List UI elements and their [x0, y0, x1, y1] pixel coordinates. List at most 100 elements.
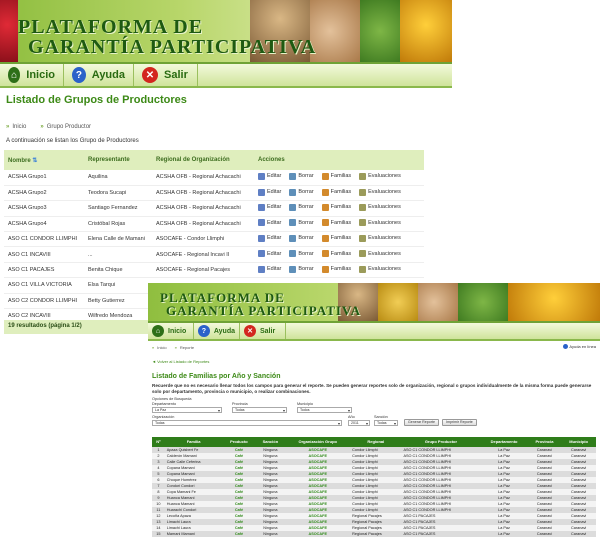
delete-action[interactable]: Borrar	[289, 265, 314, 273]
col-nombre[interactable]: Nombre ⇅	[4, 150, 84, 170]
delete-action[interactable]: Borrar	[289, 219, 314, 227]
edit-action[interactable]: Editar	[258, 219, 282, 227]
cell-representante: Cristóbal Rojas	[84, 216, 152, 233]
cell-representante: Santiago Fernandez	[84, 200, 152, 217]
edit-icon	[258, 265, 265, 273]
cell-grupo: ASO C1 PACAJES	[401, 531, 481, 537]
families-icon	[321, 250, 329, 258]
delete-action[interactable]: Borrar	[289, 172, 314, 180]
breadcrumb: Inicio Grupo Productor	[6, 124, 91, 130]
edit-action[interactable]: Editar	[258, 265, 281, 273]
cell-regional: ASOCAFE - Regional Incavi II	[152, 246, 254, 263]
families-action[interactable]: Familias	[321, 234, 351, 242]
cell-representante: Elsa Tarqui	[84, 277, 152, 294]
nav-inicio[interactable]: ⌂ Inicio	[0, 64, 64, 86]
evaluations-action[interactable]: Evaluaciones	[359, 234, 401, 242]
banner-image-leaves	[458, 283, 508, 321]
nav-ayuda[interactable]: ? Ayuda	[64, 64, 134, 86]
banner-title-line1: PLATAFORMA DE	[18, 16, 204, 38]
evaluations-action[interactable]: Evaluaciones	[359, 250, 401, 258]
col-header: Departamento	[480, 437, 528, 447]
sort-icon[interactable]: ⇅	[32, 158, 37, 164]
organizacion-select[interactable]: Todas	[152, 420, 342, 426]
families-table: Nº Familia Producto Sanción Organización Gru…	[152, 437, 596, 537]
cell-regional: ASOCAFE - Condor Llimphi	[152, 231, 254, 248]
banner-image-hand	[310, 0, 360, 62]
intro-text: A continuación se listan los Grupo de Pr…	[6, 138, 139, 144]
banner-image-honey	[400, 0, 452, 62]
delete-action[interactable]: Borrar	[289, 203, 314, 211]
home-icon: ⌂	[152, 325, 164, 337]
families-action[interactable]: Familias	[321, 203, 351, 211]
delete-action[interactable]: Borrar	[289, 250, 314, 258]
filters-heading: Opciones de Busqueda	[152, 397, 192, 401]
anio-label: Año	[348, 415, 355, 419]
breadcrumb-bar: Inicio Reporte Ayuda en línea	[148, 343, 600, 353]
families-action[interactable]: Familias	[321, 172, 351, 180]
delete-action[interactable]: Borrar	[289, 188, 314, 196]
evaluations-action[interactable]: Evaluaciones	[359, 219, 401, 227]
municipio-select[interactable]: Todos	[297, 407, 352, 413]
table-header-row: Nombre ⇅ Representante Regional de Organ…	[4, 150, 424, 170]
evaluations-action[interactable]: Evaluaciones	[359, 172, 401, 180]
edit-action[interactable]: Editar	[258, 203, 281, 211]
cell-nombre: ASO C1 PACAJES	[4, 262, 84, 279]
col-header: Sanción	[255, 437, 286, 447]
provincia-select[interactable]: Todas	[232, 407, 287, 413]
cell-actions: Editar Borrar Familias Evaluaciones	[254, 231, 424, 248]
families-action[interactable]: Familias	[321, 219, 351, 227]
evaluations-label: Evaluaciones	[368, 235, 401, 242]
delete-action[interactable]: Borrar	[289, 234, 314, 242]
back-link[interactable]: ◄ Volver al Listado de Reportes	[152, 359, 209, 364]
edit-action[interactable]: Editar	[258, 250, 281, 258]
search-options: Opciones de Busqueda Departamento La Paz…	[152, 397, 596, 433]
nav-salir[interactable]: ✕ Salir	[134, 64, 198, 86]
online-help-label: Ayuda en línea	[569, 344, 596, 349]
nav-inicio[interactable]: ⌂ Inicio	[148, 323, 194, 339]
breadcrumb-grupo-productor[interactable]: Grupo Productor	[40, 124, 91, 130]
families-action[interactable]: Familias	[321, 250, 351, 258]
evaluations-icon	[359, 172, 367, 180]
nav-salir[interactable]: ✕ Salir	[240, 323, 286, 339]
breadcrumb-inicio[interactable]: Inicio	[152, 345, 166, 350]
delete-label: Borrar	[298, 189, 314, 196]
delete-icon	[289, 219, 297, 227]
edit-label: Editar	[267, 219, 282, 226]
anio-select[interactable]: 2011	[348, 420, 370, 426]
sancion-select[interactable]: Todas	[374, 420, 398, 426]
banner-image-honey	[508, 283, 600, 321]
site-banner-2: PLATAFORMA DE GARANTÍA PARTICIPATIVA	[148, 283, 600, 321]
edit-icon	[258, 250, 265, 258]
back-link-label: Volver al Listado de Reportes	[157, 359, 210, 364]
page-title: Listado de Grupos de Productores	[6, 94, 187, 106]
edit-action[interactable]: Editar	[258, 172, 281, 180]
banner-image-grain	[378, 283, 418, 321]
evaluations-action[interactable]: Evaluaciones	[359, 188, 401, 196]
edit-label: Editar	[267, 235, 282, 242]
generate-report-button[interactable]: Generar Reporte	[404, 419, 439, 426]
families-icon	[321, 203, 329, 211]
edit-action[interactable]: Editar	[258, 188, 281, 196]
delete-label: Borrar	[298, 204, 314, 211]
print-report-button[interactable]: Imprimir Reporte	[442, 419, 477, 426]
cell-representante: ...	[84, 246, 152, 263]
evaluations-action[interactable]: Evaluaciones	[359, 265, 401, 273]
cell-producto: Café	[222, 531, 256, 537]
families-action[interactable]: Familias	[321, 265, 352, 273]
breadcrumb-reporte[interactable]: Reporte	[175, 345, 194, 350]
breadcrumb: Inicio Reporte	[152, 345, 194, 350]
edit-action[interactable]: Editar	[258, 234, 282, 242]
report-window: PLATAFORMA DE GARANTÍA PARTICIPATIVA ⌂ I…	[148, 283, 600, 538]
breadcrumb-inicio[interactable]: Inicio	[6, 124, 26, 130]
families-label: Familias	[330, 266, 352, 273]
delete-label: Borrar	[298, 173, 314, 180]
evaluations-action[interactable]: Evaluaciones	[359, 203, 401, 211]
families-action[interactable]: Familias	[321, 188, 351, 196]
departamento-select[interactable]: La Paz	[152, 407, 222, 413]
online-help-link[interactable]: Ayuda en línea	[563, 344, 596, 350]
nav-ayuda[interactable]: ? Ayuda	[194, 323, 240, 339]
nav-salir-label: Salir	[260, 327, 276, 335]
cell-representante: Aquilina	[84, 170, 152, 186]
families-icon	[321, 188, 329, 196]
evaluations-label: Evaluaciones	[368, 173, 401, 180]
